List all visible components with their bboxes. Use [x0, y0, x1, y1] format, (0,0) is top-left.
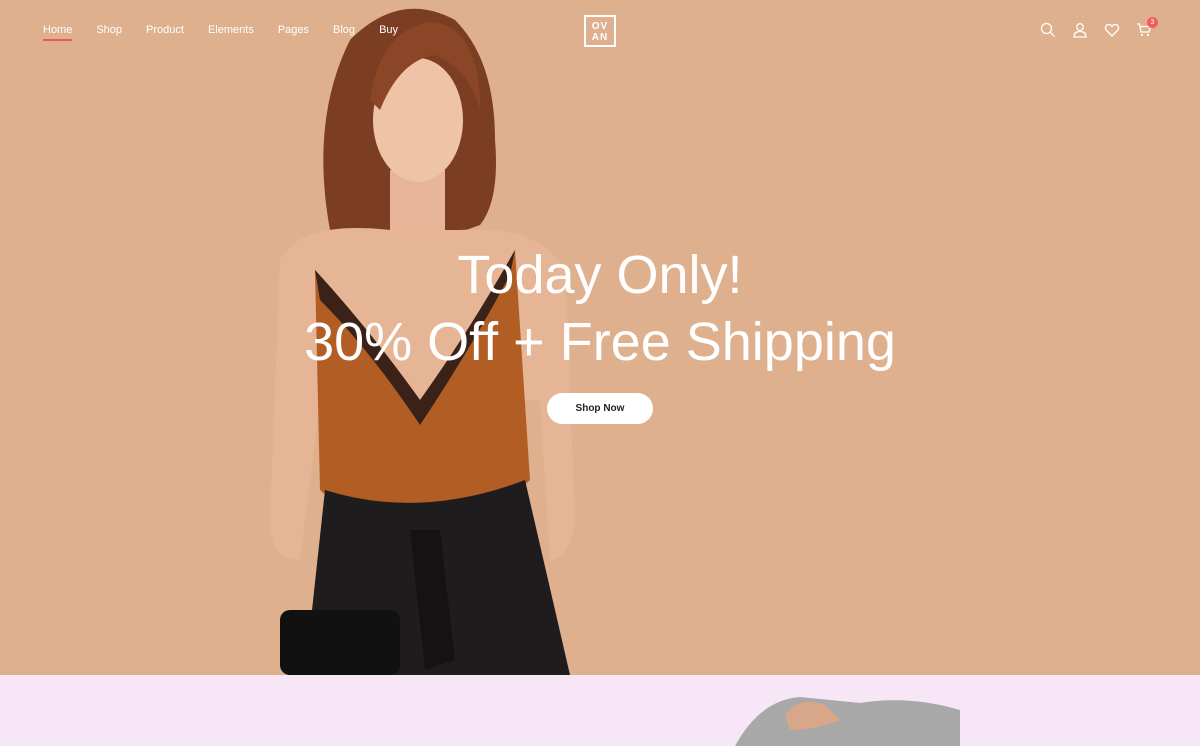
hero-headline-secondary: 30% Off + Free Shipping — [304, 312, 896, 372]
heart-icon[interactable] — [1104, 22, 1120, 38]
site-logo[interactable]: OV AN — [584, 15, 616, 47]
search-icon[interactable] — [1040, 22, 1056, 38]
shop-now-button[interactable]: Shop Now — [547, 393, 653, 424]
menu-item-product[interactable]: Product — [146, 24, 184, 36]
cart-count-badge: 3 — [1147, 17, 1158, 28]
menu-item-shop[interactable]: Shop — [96, 24, 122, 36]
menu-item-pages[interactable]: Pages — [278, 24, 309, 36]
logo-line-2: AN — [591, 32, 609, 43]
hero-headline-primary: Today Only! — [457, 245, 743, 305]
next-section-preview — [0, 675, 1200, 746]
menu-item-buy[interactable]: Buy — [379, 24, 398, 36]
cart-icon[interactable]: 3 — [1136, 17, 1158, 38]
main-menu: Home Shop Product Elements Pages Blog Bu… — [43, 24, 422, 41]
logo-line-1: OV — [591, 21, 609, 32]
menu-item-home[interactable]: Home — [43, 24, 73, 41]
hero-banner: Home Shop Product Elements Pages Blog Bu… — [0, 0, 1200, 675]
next-section-image — [735, 697, 960, 746]
user-icon[interactable] — [1072, 22, 1088, 38]
top-navigation: Home Shop Product Elements Pages Blog Bu… — [0, 0, 1200, 62]
header-actions: 3 — [1040, 17, 1158, 38]
menu-item-elements[interactable]: Elements — [208, 24, 254, 36]
menu-item-blog[interactable]: Blog — [333, 24, 355, 36]
